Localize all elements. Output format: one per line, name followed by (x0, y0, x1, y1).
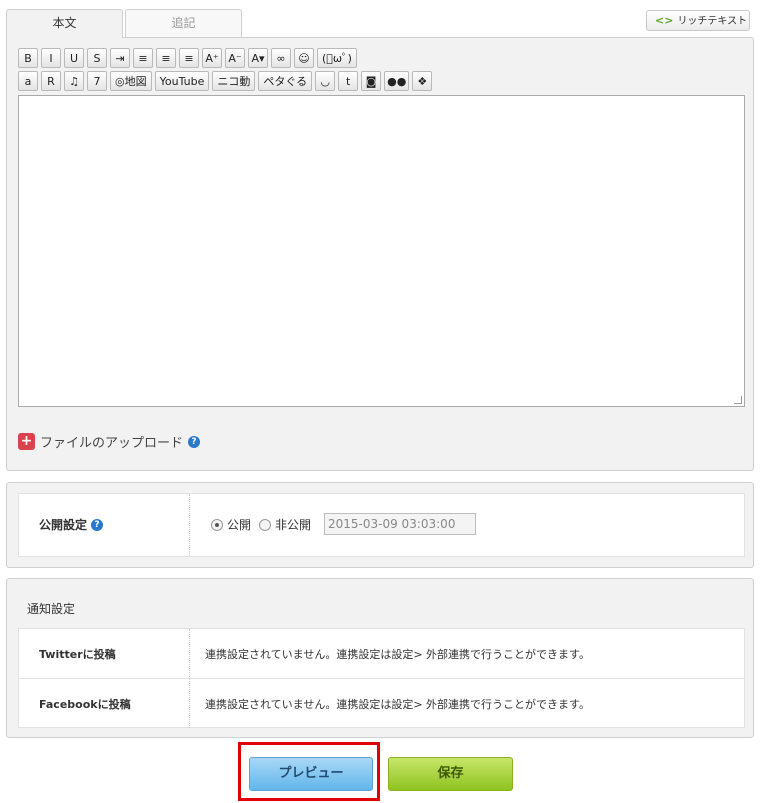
petagoro-icon: ペタぐる (263, 75, 308, 88)
strikethrough-icon: S (93, 51, 101, 65)
font-larger-button[interactable]: A⁺ (202, 48, 222, 68)
publish-datetime-input[interactable] (324, 513, 476, 535)
plus-icon: + (18, 433, 35, 450)
instagram-icon: ◙ (365, 74, 377, 88)
align-center-button[interactable]: ≡ (156, 48, 176, 68)
amazon-icon: a (24, 74, 32, 88)
smile-icon: ◡ (320, 74, 330, 88)
align-center-icon: ≡ (161, 51, 171, 65)
tab-additional-text[interactable]: 追記 (125, 9, 242, 37)
visibility-radio-group: 公開 非公開 (211, 516, 311, 533)
table-row: Facebookに投稿 連携設定されていません。連携設定は設定> 外部連携で行う… (19, 678, 744, 728)
twitter-status-message: 連携設定されていません。連携設定は設定> 外部連携で行うことができます。 (205, 648, 590, 661)
align-right-button[interactable]: ≡ (179, 48, 199, 68)
instagram-button[interactable]: ◙ (361, 71, 382, 91)
preview-button[interactable]: プレビュー (249, 757, 373, 791)
save-button[interactable]: 保存 (388, 757, 513, 791)
publish-settings-panel: 公開設定 ? 公開 非公開 (6, 482, 754, 568)
editor-panel: B I U S ⇥ ≡ ≡ ≡ A⁺ A⁻ A▾ ∞ ☺ (ﾟωﾟ) a R ♫ 7 ◎地図 YouTube ニコ動ペ… (6, 37, 754, 471)
flickr-button[interactable]: ●● (384, 71, 410, 91)
indent-icon: ⇥ (115, 51, 125, 65)
music-button[interactable]: ♫ (64, 71, 84, 91)
font-smaller-icon: A⁻ (228, 51, 242, 65)
link-icon: ∞ (276, 51, 286, 65)
petagoro-button[interactable]: ペタぐる (258, 71, 313, 91)
niconico-icon: ニコ動 (217, 75, 251, 88)
align-left-icon: ≡ (138, 51, 148, 65)
publish-settings-label: 公開設定 ? (39, 516, 104, 533)
notification-settings-title: 通知設定 (27, 602, 76, 616)
file-upload-link[interactable]: + ファイルのアップロード ? (18, 432, 201, 451)
font-larger-icon: A⁺ (205, 51, 219, 65)
private-radio[interactable] (259, 518, 272, 531)
rich-text-toggle-button[interactable]: <> リッチテキスト (646, 10, 750, 31)
publish-settings-row: 公開設定 ? 公開 非公開 (18, 493, 745, 557)
indent-button[interactable]: ⇥ (110, 48, 130, 68)
rakuten-button[interactable]: R (41, 71, 61, 91)
embed-toolbar: a R ♫ 7 ◎地図 YouTube ニコ動 ペタぐる ◡ t ◙ ●● ❖ (18, 71, 433, 91)
twitter-post-label: Twitterに投稿 (39, 648, 116, 661)
divider (189, 679, 190, 728)
youtube-icon: YouTube (159, 74, 205, 88)
underline-icon: U (69, 51, 79, 65)
kaomoji-button[interactable]: (ﾟωﾟ) (317, 48, 357, 68)
bold-button[interactable]: B (18, 48, 38, 68)
bold-icon: B (24, 51, 32, 65)
smile-button[interactable]: ◡ (315, 71, 336, 91)
dropbox-icon: ❖ (417, 74, 428, 88)
resize-grip-icon[interactable] (734, 396, 742, 404)
font-smaller-button[interactable]: A⁻ (225, 48, 245, 68)
twitter-icon: t (345, 74, 351, 88)
youtube-button[interactable]: YouTube (154, 71, 210, 91)
7net-icon: 7 (93, 74, 101, 88)
align-left-button[interactable]: ≡ (133, 48, 153, 68)
dropbox-button[interactable]: ❖ (412, 71, 433, 91)
font-color-icon: A▾ (251, 51, 265, 65)
tab-main-text[interactable]: 本文 (6, 9, 123, 38)
emoji-button[interactable]: ☺ (294, 48, 314, 68)
facebook-status-message: 連携設定されていません。連携設定は設定> 外部連携で行うことができます。 (205, 698, 590, 711)
code-brackets-icon: <> (655, 14, 674, 27)
divider (189, 629, 190, 679)
notification-table: Twitterに投稿 連携設定されていません。連携設定は設定> 外部連携で行うこ… (18, 628, 745, 728)
help-icon[interactable]: ? (91, 518, 104, 531)
align-right-icon: ≡ (184, 51, 194, 65)
twitter-button[interactable]: t (338, 71, 359, 91)
niconico-button[interactable]: ニコ動 (212, 71, 256, 91)
underline-button[interactable]: U (64, 48, 84, 68)
amazon-button[interactable]: a (18, 71, 38, 91)
7net-button[interactable]: 7 (87, 71, 107, 91)
divider (189, 494, 190, 556)
rich-text-label: リッチテキスト (677, 16, 748, 27)
publish-settings-text: 公開設定 (39, 518, 88, 532)
strikethrough-button[interactable]: S (87, 48, 107, 68)
music-icon: ♫ (69, 74, 79, 88)
font-color-button[interactable]: A▾ (248, 48, 268, 68)
map-icon: ◎地図 (115, 75, 147, 88)
body-textarea[interactable] (18, 95, 745, 407)
notification-settings-panel: 通知設定 Twitterに投稿 連携設定されていません。連携設定は設定> 外部連… (6, 578, 754, 738)
italic-button[interactable]: I (41, 48, 61, 68)
flickr-icon: ●● (387, 74, 407, 88)
kaomoji-icon: (ﾟωﾟ) (322, 52, 352, 65)
table-row: Twitterに投稿 連携設定されていません。連携設定は設定> 外部連携で行うこ… (19, 629, 744, 679)
public-radio[interactable] (211, 518, 223, 531)
facebook-post-label: Facebookに投稿 (39, 698, 131, 711)
public-radio-label: 公開 (227, 518, 252, 532)
private-radio-label: 非公開 (275, 518, 312, 532)
link-button[interactable]: ∞ (271, 48, 291, 68)
rakuten-icon: R (47, 74, 55, 88)
italic-icon: I (49, 51, 53, 65)
file-upload-label: ファイルのアップロード (40, 436, 184, 451)
map-button[interactable]: ◎地図 (110, 71, 152, 91)
emoji-icon: ☺ (298, 51, 310, 65)
formatting-toolbar: B I U S ⇥ ≡ ≡ ≡ A⁺ A⁻ A▾ ∞ ☺ (ﾟωﾟ) (18, 48, 357, 68)
help-icon[interactable]: ? (188, 435, 201, 448)
